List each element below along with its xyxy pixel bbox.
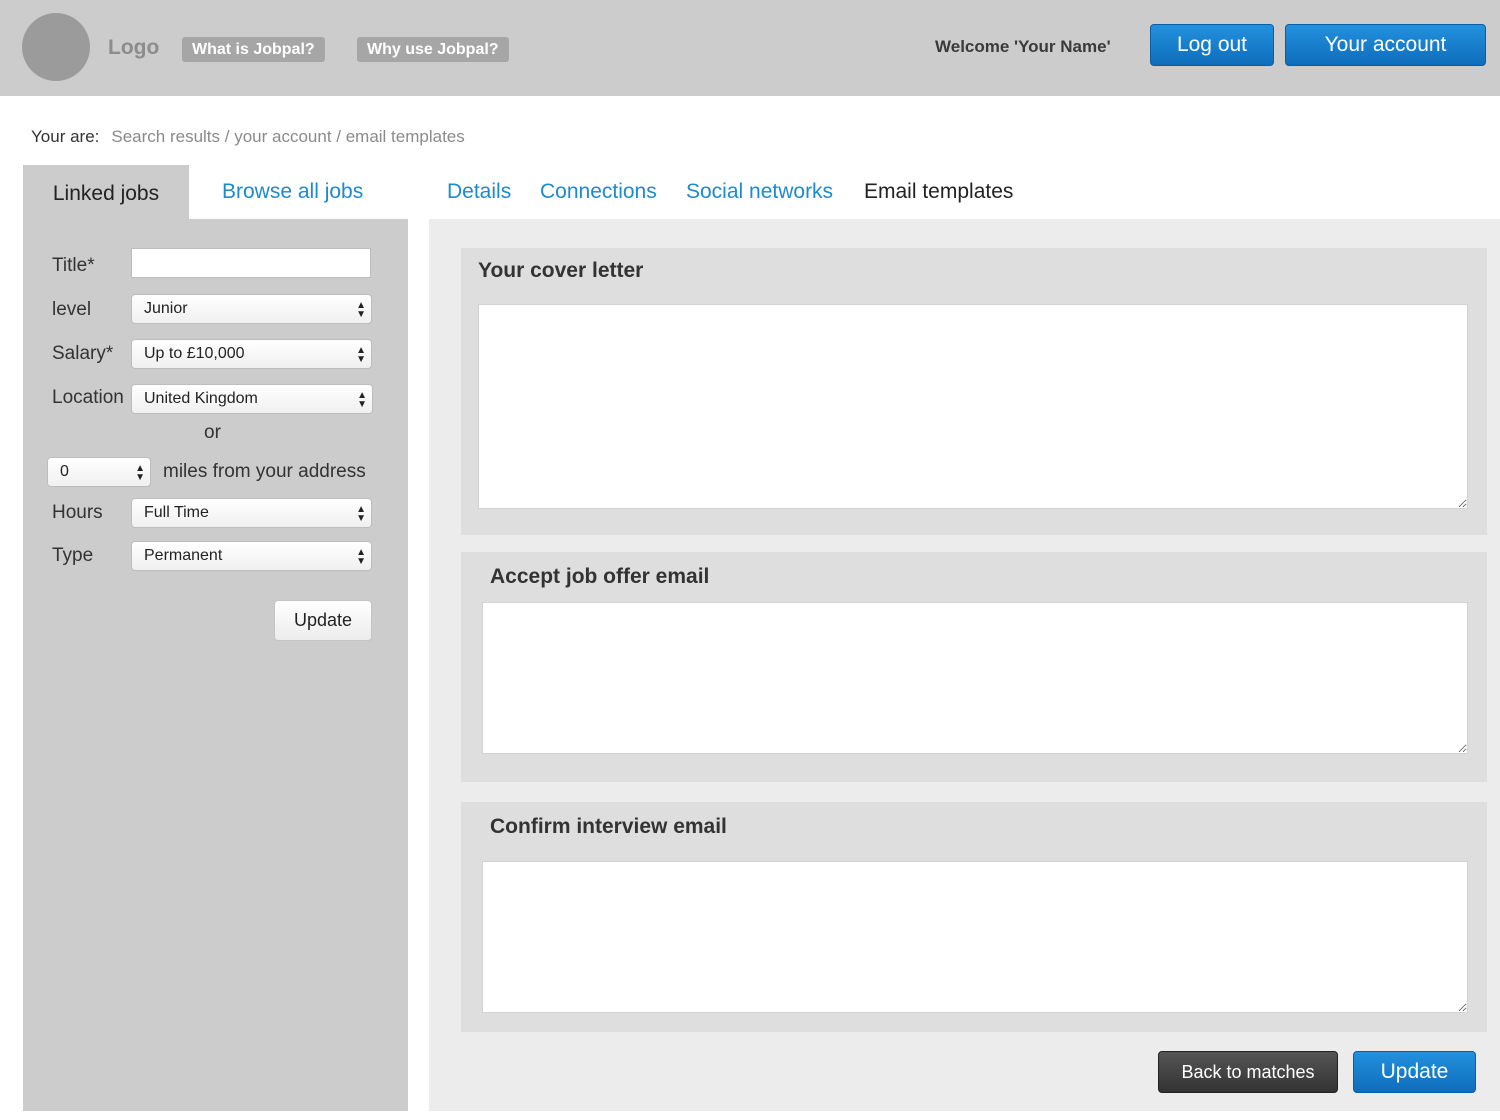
tab-linked-jobs[interactable]: Linked jobs: [23, 165, 189, 220]
tab-social-networks[interactable]: Social networks: [686, 180, 833, 204]
level-select-value: Junior: [144, 300, 188, 317]
hours-select-value: Full Time: [144, 504, 209, 521]
back-to-matches-button[interactable]: Back to matches: [1158, 1051, 1338, 1093]
tab-connections[interactable]: Connections: [540, 180, 657, 204]
breadcrumb-label: Your are:: [31, 127, 100, 146]
or-text: or: [204, 422, 221, 443]
confirm-interview-title: Confirm interview email: [490, 815, 727, 838]
miles-label: miles from your address: [163, 461, 366, 482]
type-select-value: Permanent: [144, 547, 223, 564]
nav-what-is-jobpal[interactable]: What is Jobpal?: [182, 37, 325, 62]
top-header: Logo What is Jobpal? Why use Jobpal? Wel…: [0, 0, 1500, 96]
logo-text[interactable]: Logo: [108, 36, 159, 60]
breadcrumb: Your are: Search results / your account /…: [31, 127, 465, 147]
select-arrows-icon: ▲ ▼: [356, 345, 366, 365]
salary-select-value: Up to £10,000: [144, 345, 245, 362]
salary-label: Salary*: [52, 343, 114, 364]
select-arrows-icon: ▲ ▼: [135, 463, 145, 483]
accept-offer-textarea[interactable]: [482, 602, 1468, 754]
update-button[interactable]: Update: [1353, 1051, 1476, 1093]
logo-image: [22, 13, 90, 81]
select-arrows-icon: ▲ ▼: [356, 547, 366, 567]
confirm-interview-textarea[interactable]: [482, 861, 1468, 1013]
tab-browse-all-jobs[interactable]: Browse all jobs: [222, 180, 363, 204]
type-label: Type: [52, 545, 94, 566]
miles-select-value: 0: [60, 463, 69, 480]
hours-label: Hours: [52, 502, 103, 523]
select-arrows-icon: ▲ ▼: [357, 390, 367, 410]
level-select[interactable]: Junior ▲ ▼: [131, 294, 372, 324]
location-label: Location: [52, 387, 124, 408]
tab-details[interactable]: Details: [447, 180, 511, 204]
salary-select[interactable]: Up to £10,000 ▲ ▼: [131, 339, 372, 369]
location-select-value: United Kingdom: [144, 390, 258, 407]
cover-letter-title: Your cover letter: [478, 259, 644, 282]
title-input[interactable]: [131, 248, 371, 278]
breadcrumb-path[interactable]: Search results / your account / email te…: [111, 127, 464, 146]
logout-button[interactable]: Log out: [1150, 24, 1274, 66]
type-select[interactable]: Permanent ▲ ▼: [131, 541, 372, 571]
select-arrows-icon: ▲ ▼: [356, 504, 366, 524]
cover-letter-textarea[interactable]: [478, 304, 1468, 509]
accept-offer-title: Accept job offer email: [490, 565, 710, 588]
your-account-button[interactable]: Your account: [1285, 24, 1486, 66]
level-label: level: [52, 299, 92, 320]
location-select[interactable]: United Kingdom ▲ ▼: [131, 384, 373, 414]
nav-why-use-jobpal[interactable]: Why use Jobpal?: [357, 37, 509, 62]
miles-select[interactable]: 0 ▲ ▼: [47, 457, 151, 487]
welcome-text: Welcome 'Your Name': [935, 37, 1111, 56]
title-label: Title*: [52, 255, 95, 276]
tab-email-templates[interactable]: Email templates: [864, 180, 1013, 204]
select-arrows-icon: ▲ ▼: [356, 300, 366, 320]
hours-select[interactable]: Full Time ▲ ▼: [131, 498, 372, 528]
filter-update-button[interactable]: Update: [274, 600, 372, 641]
